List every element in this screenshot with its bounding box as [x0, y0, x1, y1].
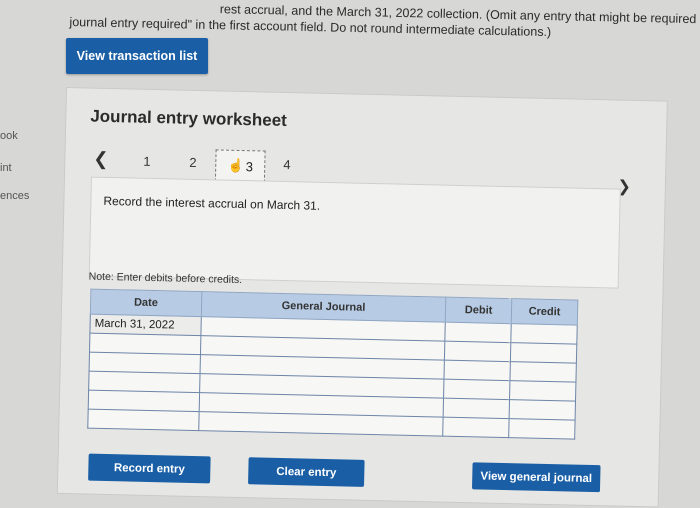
date-cell[interactable] [88, 390, 200, 412]
column-header-debit: Debit [445, 297, 512, 324]
credit-field[interactable] [510, 323, 578, 345]
debit-field[interactable] [443, 398, 510, 419]
debit-field[interactable] [444, 360, 511, 381]
side-nav-item-references[interactable]: ences [0, 190, 29, 202]
debit-field[interactable] [444, 322, 512, 343]
debit-field[interactable] [442, 417, 510, 438]
view-general-journal-button[interactable]: View general journal [471, 462, 601, 493]
page-1[interactable]: 1 [143, 154, 151, 169]
debit-field[interactable] [443, 379, 510, 400]
clear-entry-button[interactable]: Clear entry [248, 457, 365, 487]
column-header-date: Date [90, 289, 202, 317]
record-entry-button[interactable]: Record entry [88, 453, 211, 484]
date-cell[interactable] [89, 333, 201, 355]
debit-field[interactable] [444, 341, 511, 362]
page-2[interactable]: 2 [189, 155, 197, 170]
journal-entry-table: Date General Journal Debit Credit March … [87, 289, 578, 440]
date-cell[interactable] [89, 352, 201, 374]
column-header-credit: Credit [511, 298, 578, 326]
hand-pointer-icon: ☝ [227, 157, 244, 174]
journal-entry-worksheet: Journal entry worksheet ❮ 1 2 ☝ 3 4 ❯ Re… [56, 87, 668, 508]
view-transaction-list-button[interactable]: View transaction list [66, 38, 208, 74]
page-4[interactable]: 4 [283, 157, 291, 172]
side-nav-item-book[interactable]: ook [0, 130, 18, 142]
debits-credits-note: Note: Enter debits before credits. [88, 270, 243, 287]
chevron-left-icon[interactable]: ❮ [93, 149, 109, 170]
credit-field[interactable] [510, 342, 577, 364]
entry-instruction-text: Record the interest accrual on March 31. [103, 193, 321, 213]
credit-field[interactable] [509, 380, 576, 402]
date-cell[interactable] [87, 409, 199, 431]
date-cell[interactable] [88, 371, 200, 393]
side-nav-item-print[interactable]: int [0, 162, 12, 174]
credit-field[interactable] [509, 361, 577, 383]
date-cell[interactable]: March 31, 2022 [89, 314, 202, 336]
instructions-text: rest accrual, and the March 31, 2022 col… [69, 0, 700, 43]
page-3-active[interactable]: ☝ 3 [214, 149, 266, 183]
worksheet-title: Journal entry worksheet [90, 106, 288, 131]
credit-field[interactable] [509, 399, 576, 421]
page-3-label: 3 [245, 158, 254, 174]
credit-field[interactable] [508, 418, 576, 440]
